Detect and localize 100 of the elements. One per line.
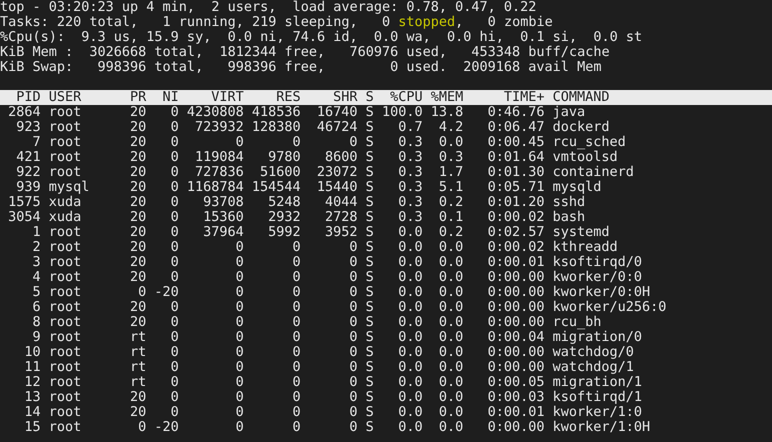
table-cell: ksoftirqd/1	[552, 390, 642, 405]
table-cell-text: 0.3	[397, 135, 423, 150]
table-cell-text: 5.1	[438, 180, 464, 195]
table-cell-text: 0	[234, 255, 244, 270]
table-cell-text: 0	[170, 195, 179, 210]
table-cell-text: 0:00.00	[486, 285, 544, 300]
table-cell-text: 20	[129, 270, 146, 285]
table-cell-text: 0.0	[397, 270, 423, 285]
table-cell-text: S	[364, 225, 374, 240]
table-cell-text: root	[48, 225, 82, 240]
table-cell-text: 0	[292, 390, 301, 405]
table-cell-text: 0:01.20	[486, 195, 544, 210]
table-cell-text: 0:00.01	[486, 405, 544, 420]
table-cell-text: 128380	[250, 120, 301, 135]
table-cell-text: -20	[153, 420, 179, 435]
table-cell-text: 2	[31, 240, 41, 255]
table-cell-text: 0	[170, 270, 179, 285]
table-cell-text: root	[48, 135, 82, 150]
table-cell-text: 0	[170, 330, 179, 345]
table-cell-text: 0.0	[397, 285, 423, 300]
table-cell-text: 0	[170, 240, 179, 255]
table-cell: kworker/1:0H	[552, 420, 650, 435]
summary-text: %Cpu(s): 9.3 us, 15.9 sy, 0.0 ni, 74.6 id, 0.0 wa, 0.0 hi, 0.1 si, 0.0 st	[0, 29, 642, 45]
table-cell-text: 6	[31, 300, 41, 315]
table-cell-text: 0	[170, 165, 179, 180]
table-cell-text: root	[48, 285, 82, 300]
table-cell-text: 0.2	[438, 225, 464, 240]
column-header: COMMAND	[552, 90, 610, 105]
table-cell-text: mysql	[48, 180, 90, 195]
table-cell-text: 0:00.00	[486, 315, 544, 330]
table-cell-text: 923	[15, 120, 41, 135]
table-cell-text: 10	[23, 345, 41, 360]
table-cell: kthreadd	[552, 240, 618, 255]
table-cell-text: S	[364, 210, 374, 225]
table-cell-text: S	[364, 165, 374, 180]
table-cell-text: 20	[129, 240, 146, 255]
table-cell-text: 0	[234, 420, 244, 435]
table-cell-text: 0	[170, 225, 179, 240]
table-cell-text: 0:00.03	[486, 390, 544, 405]
table-cell-text: 0:00.02	[486, 240, 544, 255]
table-cell-text: 15360	[202, 210, 244, 225]
table-cell-text: 1	[31, 225, 41, 240]
table-cell-text: 0.0	[397, 300, 423, 315]
summary-text: KiB Mem : 3026668 total, 1812344 free, 760976 used, 453348 buff/cache	[0, 44, 610, 60]
table-cell-text: 0	[170, 210, 179, 225]
table-cell-text: 0:02.57	[486, 225, 544, 240]
table-cell-text: 7	[31, 135, 41, 150]
table-cell-text: 0	[348, 375, 358, 390]
table-cell: migration/0	[552, 330, 642, 345]
table-cell-text: 421	[15, 150, 41, 165]
table-cell-text: 0	[292, 270, 301, 285]
table-cell-text: 4.2	[438, 120, 464, 135]
table-cell: java	[552, 105, 586, 120]
table-cell-text: S	[364, 315, 374, 330]
table-cell-text: 939	[15, 180, 41, 195]
table-cell-text: 15440	[316, 180, 358, 195]
table-cell-text: 13.8	[430, 105, 464, 120]
table-cell-text: 0.0	[438, 405, 464, 420]
table-cell-text: S	[364, 255, 374, 270]
table-cell-text: 9780	[267, 150, 301, 165]
table-cell: watchdog/1	[552, 360, 634, 375]
table-cell-text: 0.3	[397, 165, 423, 180]
table-cell-text: 20	[129, 300, 146, 315]
table-cell-text: root	[48, 375, 82, 390]
table-cell-text: 0	[234, 240, 244, 255]
table-cell-text: 4230808	[186, 105, 244, 120]
table-cell-text: 20	[129, 210, 146, 225]
table-cell-text: 23072	[316, 165, 358, 180]
table-cell: rcu_bh	[552, 315, 602, 330]
table-cell-text: 0.0	[397, 390, 423, 405]
table-cell-text: root	[48, 165, 82, 180]
table-cell-text: S	[364, 240, 374, 255]
table-cell-text: 0.0	[438, 135, 464, 150]
table-cell-text: 0	[348, 240, 358, 255]
table-cell-text: S	[364, 345, 374, 360]
table-cell-text: 0.1	[438, 210, 464, 225]
table-cell-text: 0	[170, 345, 179, 360]
table-cell-text: 2864	[7, 105, 41, 120]
table-cell-text: 4	[31, 270, 41, 285]
table-cell-text: root	[48, 270, 82, 285]
table-cell-text: 0	[292, 345, 301, 360]
table-cell-text: 0.0	[397, 375, 423, 390]
table-cell-text: 0	[170, 375, 179, 390]
table-cell-text: 20	[129, 180, 146, 195]
table-cell-text: 0	[292, 135, 301, 150]
summary-text: top - 03:20:23 up 4 min, 2 users, load average: 0.78, 0.47, 0.22	[0, 0, 536, 15]
table-cell-text: 0	[348, 405, 358, 420]
table-cell-text: 0	[348, 300, 358, 315]
table-cell-text: 0.0	[397, 225, 423, 240]
table-cell-text: S	[364, 390, 374, 405]
table-cell-text: 0	[292, 315, 301, 330]
table-cell-text: 0.7	[397, 120, 423, 135]
table-cell-text: 0	[170, 150, 179, 165]
table-cell-text: 1.7	[438, 165, 464, 180]
table-cell-text: 0:46.76	[486, 105, 544, 120]
table-cell-text: 0	[234, 315, 244, 330]
table-cell-text: 0.3	[438, 150, 464, 165]
table-cell-text: 119084	[194, 150, 244, 165]
table-cell-text: S	[364, 270, 374, 285]
table-cell-text: 0	[170, 405, 179, 420]
